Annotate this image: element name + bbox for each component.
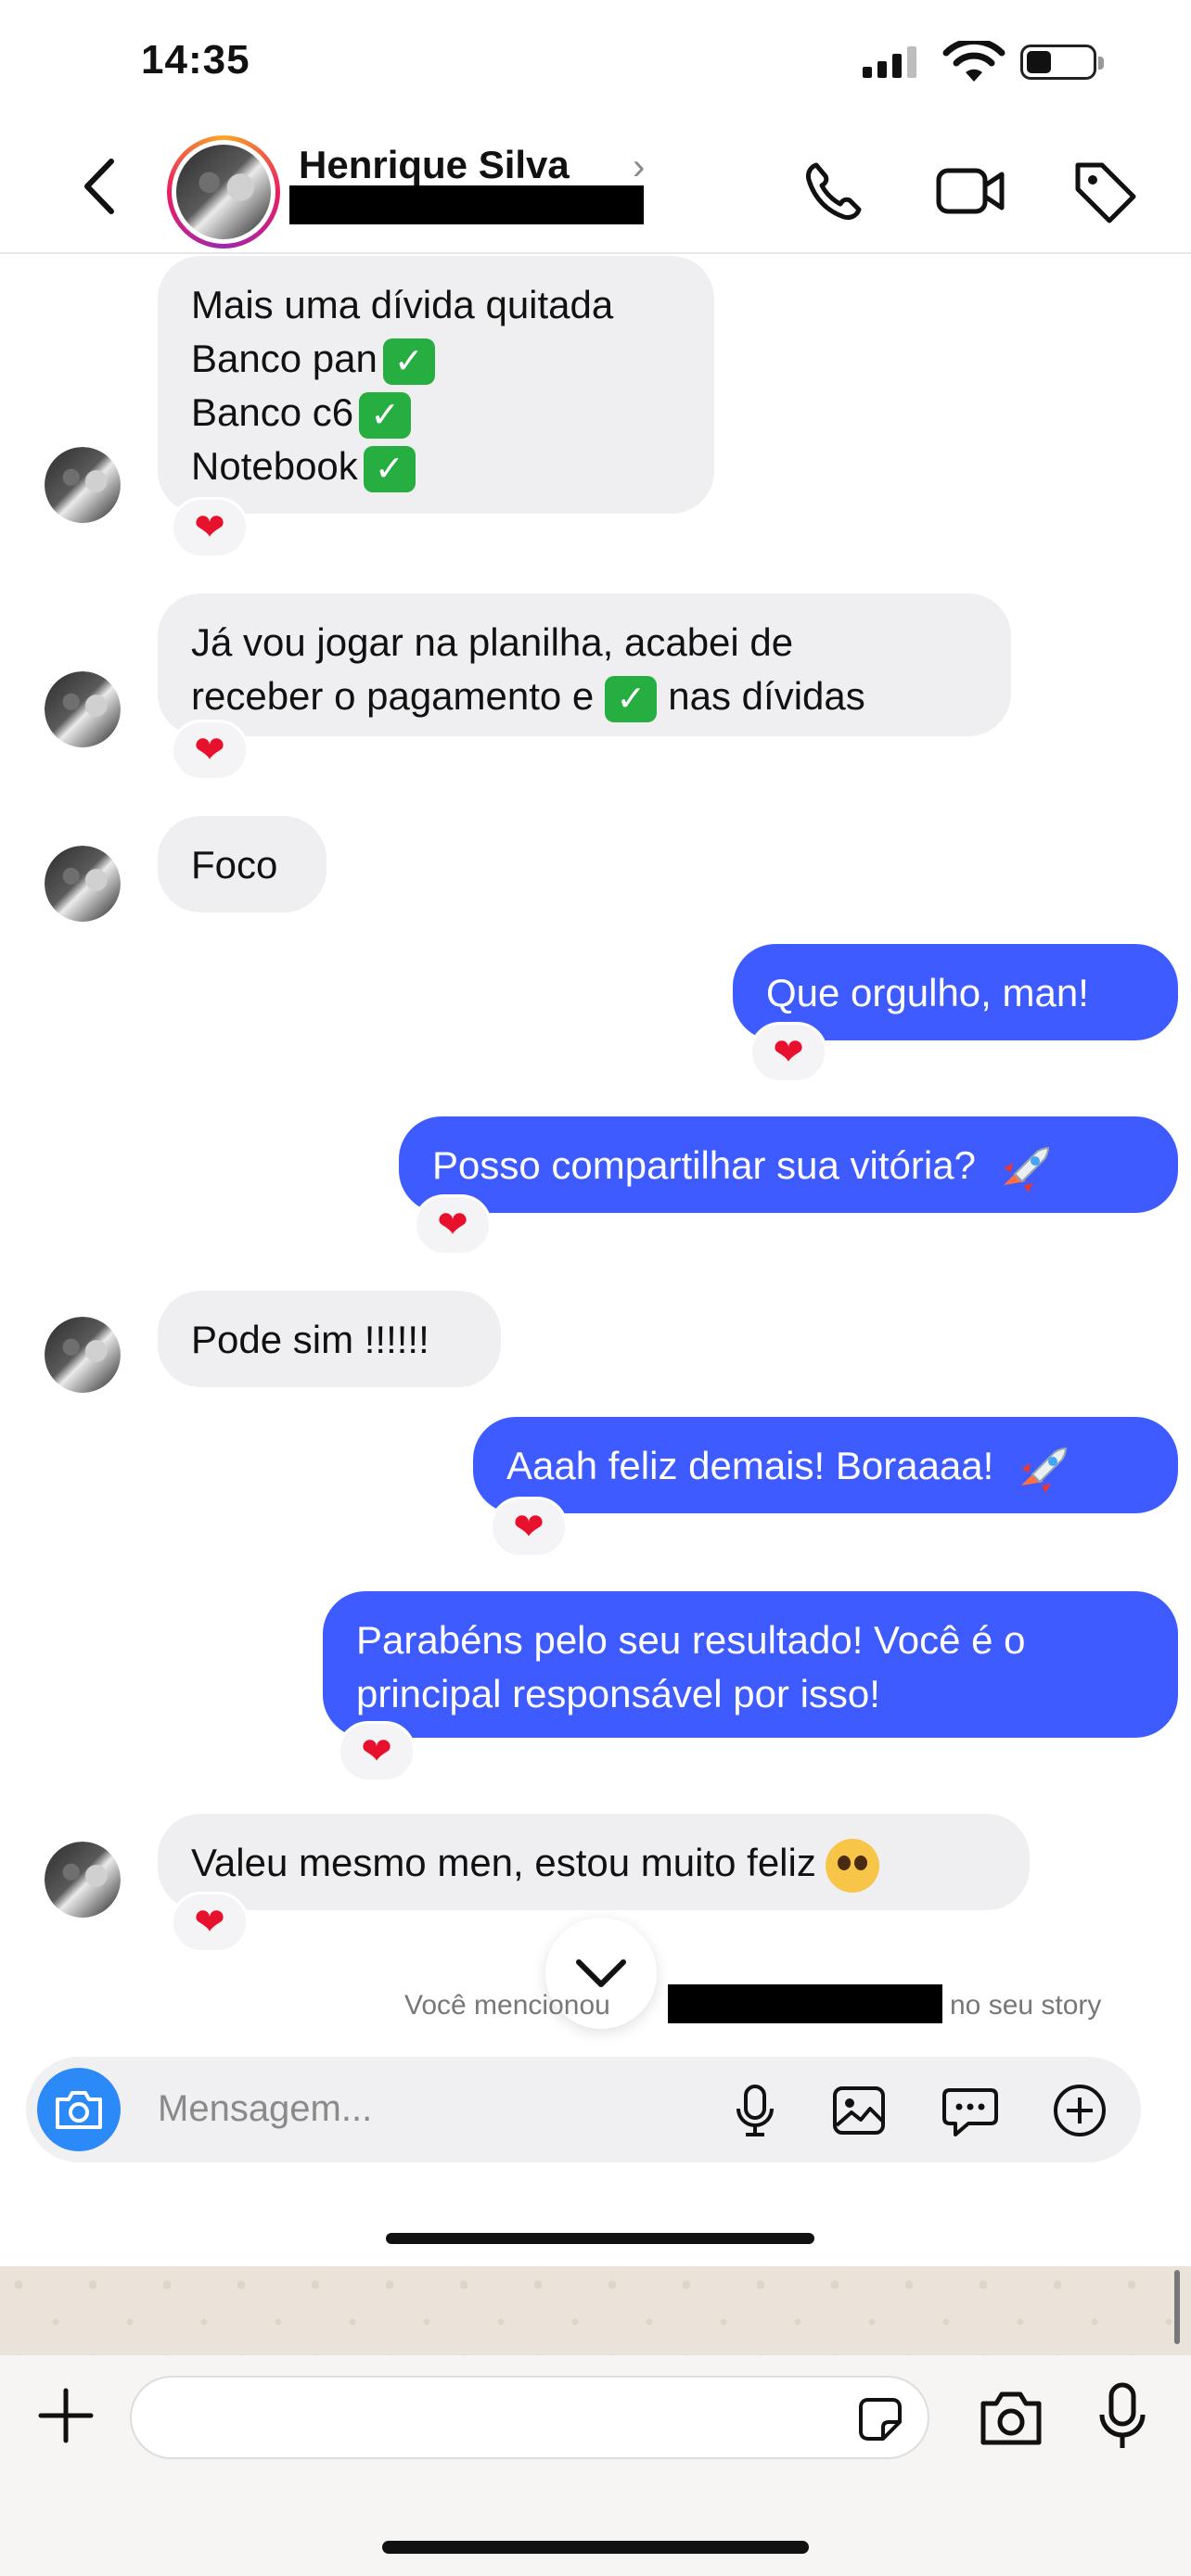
message-bubble-outgoing[interactable]: Posso compartilhar sua vitória?: [399, 1116, 1178, 1213]
message-text: receber o pagamento e: [191, 674, 595, 718]
message-text: Pode sim !!!!!!: [191, 1318, 429, 1361]
check-mark-icon: ✓: [363, 445, 416, 492]
message-text: nas dívidas: [668, 674, 865, 718]
redaction-bar: [668, 1984, 942, 2023]
message-text: Valeu mesmo men, estou muito feliz: [191, 1841, 816, 1884]
heart-reaction[interactable]: ❤: [171, 497, 249, 558]
add-circle-icon[interactable]: [1050, 2081, 1109, 2140]
message-text: Mais uma dívida quitada: [191, 283, 614, 326]
heart-icon: ❤: [361, 1731, 392, 1772]
message-text: Banco pan: [191, 337, 378, 380]
message-text: Posso compartilhar sua vitória?: [432, 1143, 976, 1187]
message-text: Foco: [191, 843, 278, 886]
home-indicator: [386, 2233, 814, 2244]
message-bubble-outgoing[interactable]: Parabéns pelo seu resultado! Você é o pr…: [323, 1591, 1178, 1738]
message-text: Banco c6: [191, 390, 354, 434]
microphone-icon[interactable]: [725, 2081, 785, 2140]
chat-bubble-icon[interactable]: [941, 2081, 1000, 2140]
plus-icon[interactable]: [33, 2383, 98, 2448]
scrollbar[interactable]: [1174, 2270, 1180, 2344]
rocket-icon: [1020, 1447, 1067, 1493]
chat-background-pattern: [0, 2266, 1191, 2355]
message-bubble-incoming[interactable]: Valeu mesmo men, estou muito feliz: [158, 1814, 1030, 1910]
message-text: Notebook: [191, 444, 358, 488]
whatsapp-text-input[interactable]: [130, 2376, 929, 2459]
heart-reaction[interactable]: ❤: [171, 1892, 249, 1953]
wifi-icon: [942, 41, 1005, 82]
heart-reaction[interactable]: ❤: [338, 1721, 416, 1782]
heart-icon: ❤: [194, 1902, 225, 1943]
gallery-icon[interactable]: [829, 2081, 889, 2140]
message-input[interactable]: Mensagem...: [158, 2088, 372, 2130]
message-text: Aaah feliz demais! Boraaaa!: [506, 1444, 994, 1487]
contact-name[interactable]: Henrique Silva: [299, 143, 570, 187]
heart-reaction[interactable]: ❤: [171, 720, 249, 781]
check-mark-icon: ✓: [605, 675, 658, 722]
tag-icon[interactable]: [1070, 156, 1141, 226]
check-mark-icon: ✓: [359, 391, 412, 439]
sender-avatar[interactable]: [45, 671, 121, 747]
heart-icon: ❤: [513, 1507, 544, 1548]
message-bubble-incoming[interactable]: Pode sim !!!!!!: [158, 1291, 501, 1387]
message-bubble-incoming[interactable]: Mais uma dívida quitada Banco pan ✓ Banco…: [158, 256, 714, 514]
camera-button[interactable]: [37, 2068, 121, 2151]
sender-avatar[interactable]: [45, 1842, 121, 1918]
message-text: Já vou jogar na planilha, acabei de: [191, 620, 794, 664]
cellular-signal-icon: [863, 46, 916, 78]
message-bubble-incoming[interactable]: Já vou jogar na planilha, acabei de rece…: [158, 593, 1011, 736]
heart-icon: ❤: [194, 730, 225, 771]
back-chevron-icon[interactable]: [74, 154, 130, 219]
video-camera-icon[interactable]: [935, 156, 1005, 226]
status-bar: 14:35: [0, 0, 1191, 121]
message-bubble-outgoing[interactable]: Aaah feliz demais! Boraaaa!: [473, 1417, 1178, 1513]
sender-avatar[interactable]: [45, 846, 121, 922]
heart-reaction[interactable]: ❤: [490, 1497, 568, 1558]
contact-avatar[interactable]: [167, 135, 280, 249]
sender-avatar[interactable]: [45, 447, 121, 523]
message-text: principal responsável por isso!: [356, 1672, 880, 1715]
sticker-icon[interactable]: [855, 2394, 905, 2444]
chevron-down-icon: [576, 1959, 626, 1987]
heart-icon: ❤: [773, 1032, 804, 1073]
camera-icon: [56, 2091, 102, 2129]
camera-icon[interactable]: [978, 2389, 1044, 2448]
heart-icon: ❤: [194, 507, 225, 548]
pleading-face-emoji-icon: [825, 1838, 879, 1893]
home-indicator: [382, 2541, 809, 2554]
story-mention-note: Você mencionou: [404, 1990, 610, 2021]
message-text: Que orgulho, man!: [766, 971, 1089, 1014]
heart-reaction[interactable]: ❤: [749, 1022, 827, 1083]
phone-icon[interactable]: [798, 156, 868, 226]
whatsapp-input-bar: [0, 2355, 1191, 2576]
battery-icon: [1020, 45, 1104, 80]
message-composer: Mensagem...: [26, 2057, 1141, 2162]
status-time: 14:35: [141, 37, 250, 83]
avatar-image: [176, 145, 271, 239]
rocket-icon: [1003, 1146, 1049, 1192]
message-text: Parabéns pelo seu resultado! Você é o: [356, 1618, 1026, 1662]
microphone-icon[interactable]: [1095, 2381, 1150, 2454]
heart-icon: ❤: [437, 1205, 468, 1245]
chevron-right-icon[interactable]: ›: [633, 147, 645, 188]
chat-header: Henrique Silva ›: [0, 121, 1191, 254]
story-mention-suffix: no seu story: [950, 1990, 1102, 2021]
message-bubble-incoming[interactable]: Foco: [158, 816, 327, 912]
check-mark-icon: ✓: [382, 338, 435, 385]
heart-reaction[interactable]: ❤: [414, 1194, 492, 1256]
redaction-bar: [289, 185, 644, 224]
sender-avatar[interactable]: [45, 1317, 121, 1393]
